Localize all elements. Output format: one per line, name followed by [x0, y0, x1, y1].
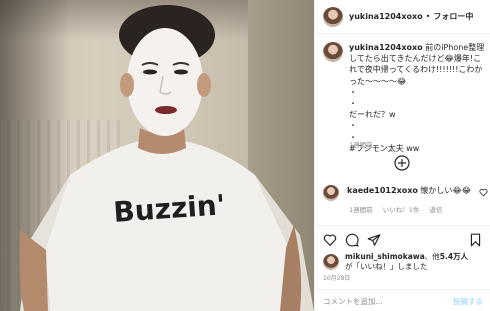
like-heart-icon[interactable] [323, 233, 337, 247]
post-photo[interactable]: Buzzin' [0, 0, 314, 311]
comment-meta: 1週間前 いいね！1件 返信 [349, 204, 450, 214]
likes-count[interactable]: 5.4万人 [440, 252, 468, 261]
caption-text: yukina1204xoxo 前のiPhone整理してたら出てきたんだけど😂爆年… [349, 42, 487, 154]
load-more-comments-icon[interactable] [394, 155, 410, 171]
comment-time: 1週間前 [349, 206, 373, 214]
caption-body: 前のiPhone整理してたら出てきたんだけど😂爆年!これで夜中帰ってくるわけ!!… [349, 43, 485, 153]
post-actions: mikuni_shimokawa、他5.4万人が「いいね！」しました 10月28… [315, 225, 490, 311]
action-icons [323, 233, 483, 249]
post-date[interactable]: 10月28日 [323, 273, 350, 282]
follow-status-button[interactable]: フォロー中 [433, 11, 473, 22]
caption: yukina1204xoxo 前のiPhone整理してたら出てきたんだけど😂爆年… [323, 42, 487, 154]
comment-likes[interactable]: いいね！1件 [383, 206, 420, 214]
likes-summary: mikuni_shimokawa、他5.4万人が「いいね！」しました [323, 252, 488, 272]
comment-item: kaede1012xoxo 懐かしい😂😂 1週間前 いいね！1件 返信 [323, 185, 488, 214]
separator-dot: • [425, 12, 431, 21]
author-avatar[interactable] [323, 6, 343, 27]
post-comment-button[interactable]: 投稿する [453, 296, 483, 307]
add-comment-bar: コメントを追加... 投稿する [315, 289, 490, 311]
likes-mid: 、他 [424, 252, 440, 261]
commenter-avatar[interactable] [323, 185, 339, 201]
likes-text: mikuni_shimokawa、他5.4万人が「いいね！」しました [345, 252, 468, 272]
post-sidebar: yukina1204xoxo • フォロー中 yukina1204xoxo 前の… [314, 0, 490, 311]
commenter-username[interactable]: kaede1012xoxo [347, 186, 418, 195]
likes-end: が「いいね！」しました [345, 262, 428, 271]
comment-bubble-icon[interactable] [345, 233, 359, 247]
comment-input[interactable]: コメントを追加... [323, 296, 383, 307]
caption-avatar[interactable] [323, 42, 343, 62]
liker-username[interactable]: mikuni_shimokawa [345, 252, 425, 261]
photo-person: Buzzin' [19, 5, 314, 311]
caption-username[interactable]: yukina1204xoxo [349, 43, 423, 52]
author-username[interactable]: yukina1204xoxo [349, 12, 423, 21]
comment-like-heart-icon[interactable] [479, 188, 488, 197]
caption-time: 1週間前 [349, 141, 373, 149]
comment-body: 懐かしい😂😂 [417, 186, 472, 195]
save-bookmark-icon[interactable] [469, 233, 482, 247]
comment-text: kaede1012xoxo 懐かしい😂😂 [347, 185, 471, 201]
post-header: yukina1204xoxo • フォロー中 [315, 0, 490, 34]
comment-reply-button[interactable]: 返信 [429, 206, 442, 214]
liker-avatar[interactable] [323, 254, 339, 270]
share-paper-plane-icon[interactable] [367, 233, 381, 247]
